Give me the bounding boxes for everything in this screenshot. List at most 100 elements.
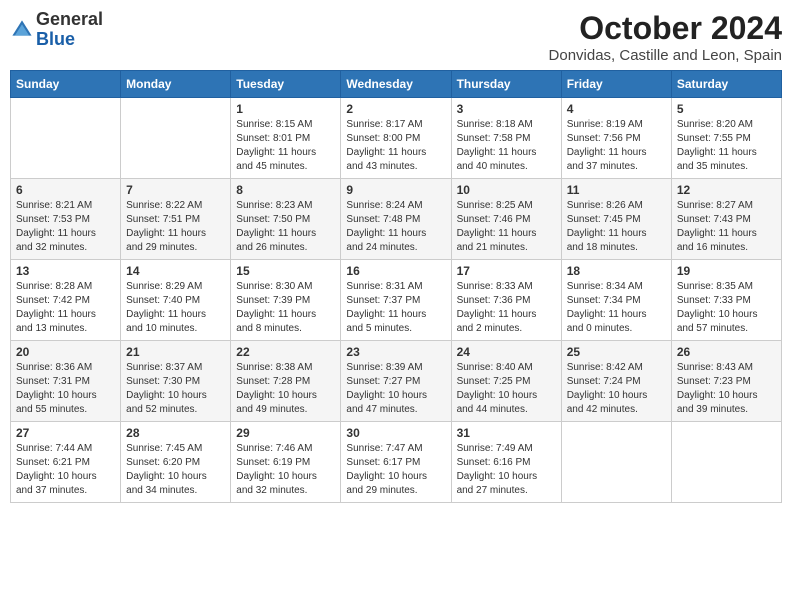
calendar-cell: 3 Sunrise: 8:18 AMSunset: 7:58 PMDayligh… — [451, 98, 561, 179]
day-number: 18 — [567, 264, 666, 278]
day-info: Sunrise: 8:33 AMSunset: 7:36 PMDaylight:… — [457, 281, 537, 334]
calendar-cell — [671, 422, 781, 503]
calendar-week-3: 13 Sunrise: 8:28 AMSunset: 7:42 PMDaylig… — [11, 260, 782, 341]
day-info: Sunrise: 8:30 AMSunset: 7:39 PMDaylight:… — [236, 281, 316, 334]
calendar-cell: 20 Sunrise: 8:36 AMSunset: 7:31 PMDaylig… — [11, 341, 121, 422]
day-number: 2 — [346, 102, 445, 116]
day-info: Sunrise: 8:27 AMSunset: 7:43 PMDaylight:… — [677, 200, 757, 253]
calendar-cell: 10 Sunrise: 8:25 AMSunset: 7:46 PMDaylig… — [451, 179, 561, 260]
calendar-cell: 28 Sunrise: 7:45 AMSunset: 6:20 PMDaylig… — [121, 422, 231, 503]
calendar-cell: 19 Sunrise: 8:35 AMSunset: 7:33 PMDaylig… — [671, 260, 781, 341]
calendar-cell: 9 Sunrise: 8:24 AMSunset: 7:48 PMDayligh… — [341, 179, 451, 260]
day-info: Sunrise: 8:20 AMSunset: 7:55 PMDaylight:… — [677, 119, 757, 172]
day-number: 19 — [677, 264, 776, 278]
day-info: Sunrise: 7:46 AMSunset: 6:19 PMDaylight:… — [236, 443, 317, 496]
calendar-cell — [561, 422, 671, 503]
calendar-cell: 12 Sunrise: 8:27 AMSunset: 7:43 PMDaylig… — [671, 179, 781, 260]
weekday-header-sunday: Sunday — [11, 71, 121, 98]
day-number: 10 — [457, 183, 556, 197]
day-info: Sunrise: 8:35 AMSunset: 7:33 PMDaylight:… — [677, 281, 758, 334]
calendar-cell: 2 Sunrise: 8:17 AMSunset: 8:00 PMDayligh… — [341, 98, 451, 179]
day-info: Sunrise: 8:25 AMSunset: 7:46 PMDaylight:… — [457, 200, 537, 253]
calendar-cell: 21 Sunrise: 8:37 AMSunset: 7:30 PMDaylig… — [121, 341, 231, 422]
day-info: Sunrise: 8:43 AMSunset: 7:23 PMDaylight:… — [677, 362, 758, 415]
calendar-cell: 22 Sunrise: 8:38 AMSunset: 7:28 PMDaylig… — [231, 341, 341, 422]
weekday-header-thursday: Thursday — [451, 71, 561, 98]
calendar-week-2: 6 Sunrise: 8:21 AMSunset: 7:53 PMDayligh… — [11, 179, 782, 260]
day-number: 16 — [346, 264, 445, 278]
day-info: Sunrise: 8:37 AMSunset: 7:30 PMDaylight:… — [126, 362, 207, 415]
calendar-table: SundayMondayTuesdayWednesdayThursdayFrid… — [10, 70, 782, 503]
calendar-cell: 6 Sunrise: 8:21 AMSunset: 7:53 PMDayligh… — [11, 179, 121, 260]
day-number: 4 — [567, 102, 666, 116]
day-info: Sunrise: 7:49 AMSunset: 6:16 PMDaylight:… — [457, 443, 538, 496]
day-info: Sunrise: 7:44 AMSunset: 6:21 PMDaylight:… — [16, 443, 97, 496]
weekday-header-friday: Friday — [561, 71, 671, 98]
calendar-cell: 23 Sunrise: 8:39 AMSunset: 7:27 PMDaylig… — [341, 341, 451, 422]
day-info: Sunrise: 8:19 AMSunset: 7:56 PMDaylight:… — [567, 119, 647, 172]
title-block: October 2024 Donvidas, Castille and Leon… — [549, 10, 782, 64]
calendar-cell: 29 Sunrise: 7:46 AMSunset: 6:19 PMDaylig… — [231, 422, 341, 503]
calendar-week-5: 27 Sunrise: 7:44 AMSunset: 6:21 PMDaylig… — [11, 422, 782, 503]
weekday-header-wednesday: Wednesday — [341, 71, 451, 98]
calendar-cell — [121, 98, 231, 179]
day-info: Sunrise: 8:18 AMSunset: 7:58 PMDaylight:… — [457, 119, 537, 172]
calendar-cell: 13 Sunrise: 8:28 AMSunset: 7:42 PMDaylig… — [11, 260, 121, 341]
day-info: Sunrise: 8:42 AMSunset: 7:24 PMDaylight:… — [567, 362, 648, 415]
day-number: 30 — [346, 426, 445, 440]
day-info: Sunrise: 8:31 AMSunset: 7:37 PMDaylight:… — [346, 281, 426, 334]
day-number: 23 — [346, 345, 445, 359]
day-number: 11 — [567, 183, 666, 197]
day-number: 31 — [457, 426, 556, 440]
day-number: 20 — [16, 345, 115, 359]
day-info: Sunrise: 8:22 AMSunset: 7:51 PMDaylight:… — [126, 200, 206, 253]
day-info: Sunrise: 8:36 AMSunset: 7:31 PMDaylight:… — [16, 362, 97, 415]
day-info: Sunrise: 8:15 AMSunset: 8:01 PMDaylight:… — [236, 119, 316, 172]
day-number: 7 — [126, 183, 225, 197]
logo: General Blue — [10, 10, 103, 50]
calendar-cell: 14 Sunrise: 8:29 AMSunset: 7:40 PMDaylig… — [121, 260, 231, 341]
day-number: 21 — [126, 345, 225, 359]
calendar-cell: 4 Sunrise: 8:19 AMSunset: 7:56 PMDayligh… — [561, 98, 671, 179]
day-number: 24 — [457, 345, 556, 359]
day-info: Sunrise: 8:40 AMSunset: 7:25 PMDaylight:… — [457, 362, 538, 415]
calendar-cell: 5 Sunrise: 8:20 AMSunset: 7:55 PMDayligh… — [671, 98, 781, 179]
day-number: 14 — [126, 264, 225, 278]
day-info: Sunrise: 8:21 AMSunset: 7:53 PMDaylight:… — [16, 200, 96, 253]
day-info: Sunrise: 8:34 AMSunset: 7:34 PMDaylight:… — [567, 281, 647, 334]
day-number: 1 — [236, 102, 335, 116]
day-number: 6 — [16, 183, 115, 197]
day-info: Sunrise: 7:45 AMSunset: 6:20 PMDaylight:… — [126, 443, 207, 496]
day-number: 13 — [16, 264, 115, 278]
day-number: 28 — [126, 426, 225, 440]
calendar-cell: 18 Sunrise: 8:34 AMSunset: 7:34 PMDaylig… — [561, 260, 671, 341]
calendar-cell: 17 Sunrise: 8:33 AMSunset: 7:36 PMDaylig… — [451, 260, 561, 341]
calendar-week-1: 1 Sunrise: 8:15 AMSunset: 8:01 PMDayligh… — [11, 98, 782, 179]
day-number: 22 — [236, 345, 335, 359]
day-number: 5 — [677, 102, 776, 116]
calendar-cell: 11 Sunrise: 8:26 AMSunset: 7:45 PMDaylig… — [561, 179, 671, 260]
calendar-cell: 27 Sunrise: 7:44 AMSunset: 6:21 PMDaylig… — [11, 422, 121, 503]
calendar-cell: 30 Sunrise: 7:47 AMSunset: 6:17 PMDaylig… — [341, 422, 451, 503]
day-number: 27 — [16, 426, 115, 440]
logo-text: General Blue — [36, 10, 103, 50]
calendar-cell: 1 Sunrise: 8:15 AMSunset: 8:01 PMDayligh… — [231, 98, 341, 179]
day-number: 25 — [567, 345, 666, 359]
weekday-header-saturday: Saturday — [671, 71, 781, 98]
logo-icon — [10, 18, 34, 42]
month-title: October 2024 — [549, 10, 782, 47]
day-info: Sunrise: 8:23 AMSunset: 7:50 PMDaylight:… — [236, 200, 316, 253]
logo-general: General — [36, 9, 103, 29]
calendar-cell: 8 Sunrise: 8:23 AMSunset: 7:50 PMDayligh… — [231, 179, 341, 260]
day-number: 29 — [236, 426, 335, 440]
day-info: Sunrise: 7:47 AMSunset: 6:17 PMDaylight:… — [346, 443, 427, 496]
weekday-header-row: SundayMondayTuesdayWednesdayThursdayFrid… — [11, 71, 782, 98]
day-number: 26 — [677, 345, 776, 359]
day-info: Sunrise: 8:38 AMSunset: 7:28 PMDaylight:… — [236, 362, 317, 415]
calendar-cell: 16 Sunrise: 8:31 AMSunset: 7:37 PMDaylig… — [341, 260, 451, 341]
calendar-cell: 31 Sunrise: 7:49 AMSunset: 6:16 PMDaylig… — [451, 422, 561, 503]
day-number: 3 — [457, 102, 556, 116]
logo-blue: Blue — [36, 29, 75, 49]
day-number: 8 — [236, 183, 335, 197]
calendar-cell: 25 Sunrise: 8:42 AMSunset: 7:24 PMDaylig… — [561, 341, 671, 422]
